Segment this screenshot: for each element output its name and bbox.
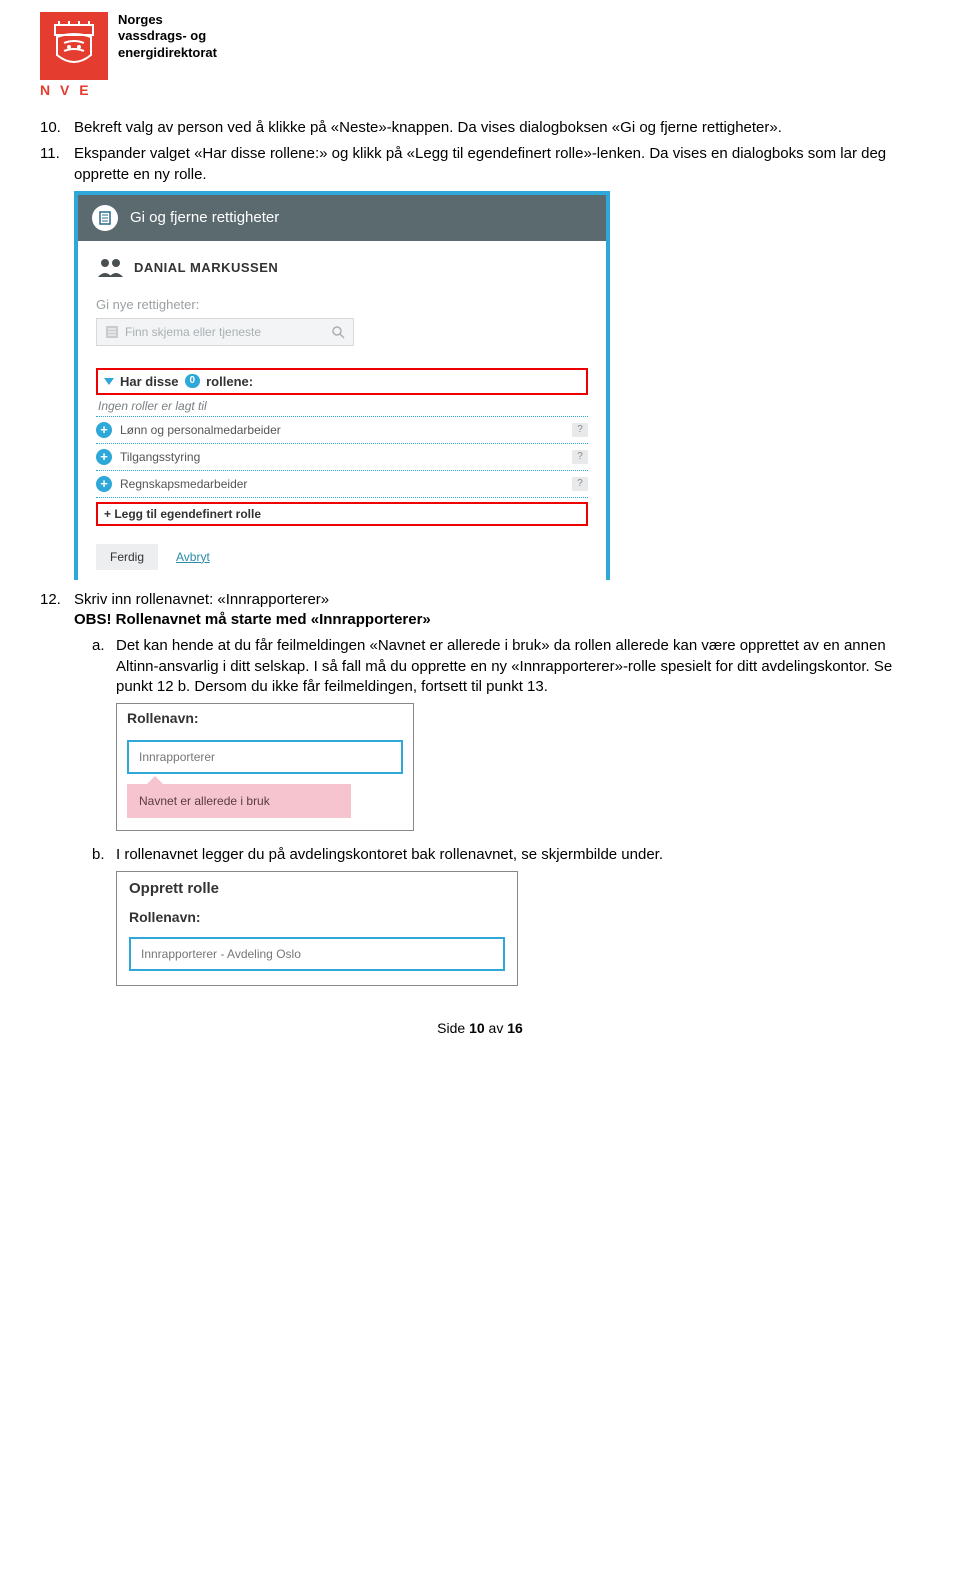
- add-custom-role-link[interactable]: + Legg til egendefinert rolle: [96, 502, 588, 526]
- substep-a: a. Det kan hende at du får feilmeldingen…: [92, 636, 920, 697]
- person-name: DANIAL MARKUSSEN: [134, 260, 278, 275]
- crest-icon: [49, 21, 99, 71]
- give-rights-label: Gi nye rettigheter:: [96, 297, 588, 312]
- error-tooltip: Navnet er allerede i bruk: [127, 784, 351, 818]
- rolename-label: Rollenavn:: [129, 909, 505, 925]
- substep-text: I rollenavnet legger du på avdelingskont…: [116, 845, 920, 865]
- screenshot-rights-dialog: Gi og fjerne rettigheter DANIAL MARKUSSE…: [74, 191, 610, 580]
- screenshot-create-role: Opprett rolle Rollenavn: Innrapporterer …: [116, 871, 518, 986]
- logo-block: N V E: [40, 12, 108, 98]
- org-name: Norges vassdrags- og energidirektorat: [118, 12, 217, 61]
- dialog-titlebar: Gi og fjerne rettigheter: [78, 195, 606, 241]
- plus-icon: +: [96, 449, 112, 465]
- separator: [96, 443, 588, 444]
- step-text: Skriv inn rollenavnet: «Innrapporterer» …: [74, 590, 920, 631]
- search-icon: [331, 325, 345, 339]
- step-11: 11. Ekspander valget «Har disse rollene:…: [40, 144, 920, 185]
- page-header: N V E Norges vassdrags- og energidirekto…: [40, 12, 920, 98]
- nve-logo: [40, 12, 108, 80]
- list-icon: [105, 325, 119, 339]
- people-icon: [96, 257, 126, 279]
- role-row[interactable]: +Tilgangsstyring ?: [96, 447, 588, 467]
- role-row[interactable]: +Lønn og personalmedarbeider ?: [96, 420, 588, 440]
- create-role-heading: Opprett rolle: [129, 880, 505, 897]
- step-text: Ekspander valget «Har disse rollene:» og…: [74, 144, 920, 185]
- rolename-label: Rollenavn:: [127, 710, 403, 726]
- dialog-title: Gi og fjerne rettigheter: [130, 209, 279, 226]
- substep-text: Det kan hende at du får feilmeldingen «N…: [116, 636, 920, 697]
- help-icon[interactable]: ?: [572, 450, 588, 464]
- separator: [96, 416, 588, 417]
- roles-count-badge: 0: [185, 374, 201, 388]
- separator: [96, 497, 588, 498]
- step-number: 11.: [40, 144, 74, 185]
- rolename-input[interactable]: Innrapporterer - Avdeling Oslo: [129, 937, 505, 971]
- cancel-link[interactable]: Avbryt: [172, 544, 214, 570]
- help-icon[interactable]: ?: [572, 477, 588, 491]
- no-roles-text: Ingen roller er lagt til: [98, 399, 586, 413]
- sublist: a. Det kan hende at du får feilmeldingen…: [92, 636, 920, 697]
- search-input[interactable]: Finn skjema eller tjeneste: [96, 318, 354, 346]
- rolename-input[interactable]: Innrapporterer: [127, 740, 403, 774]
- separator: [96, 470, 588, 471]
- substep-letter: a.: [92, 636, 116, 697]
- sublist: b. I rollenavnet legger du på avdelingsk…: [92, 845, 920, 865]
- chevron-down-icon: [104, 378, 114, 385]
- dialog-buttons: Ferdig Avbryt: [96, 544, 588, 570]
- role-row[interactable]: +Regnskapsmedarbeider ?: [96, 474, 588, 494]
- substep-letter: b.: [92, 845, 116, 865]
- step-12: 12. Skriv inn rollenavnet: «Innrapporter…: [40, 590, 920, 631]
- person-row: DANIAL MARKUSSEN: [96, 257, 588, 279]
- done-button[interactable]: Ferdig: [96, 544, 158, 570]
- plus-icon: +: [96, 476, 112, 492]
- step-10: 10. Bekreft valg av person ved å klikke …: [40, 118, 920, 138]
- help-icon[interactable]: ?: [572, 423, 588, 437]
- step-text: Bekreft valg av person ved å klikke på «…: [74, 118, 920, 138]
- step-number: 10.: [40, 118, 74, 138]
- page-footer: Side 10 av 16: [40, 1020, 920, 1036]
- plus-icon: +: [96, 422, 112, 438]
- nve-acronym: N V E: [40, 82, 108, 98]
- clipboard-icon: [92, 205, 118, 231]
- screenshot-rolename-error: Rollenavn: Innrapporterer Navnet er alle…: [116, 703, 414, 831]
- search-placeholder: Finn skjema eller tjeneste: [125, 325, 261, 339]
- step-number: 12.: [40, 590, 74, 631]
- substep-b: b. I rollenavnet legger du på avdelingsk…: [92, 845, 920, 865]
- has-roles-header[interactable]: Har disse 0 rollene:: [96, 368, 588, 395]
